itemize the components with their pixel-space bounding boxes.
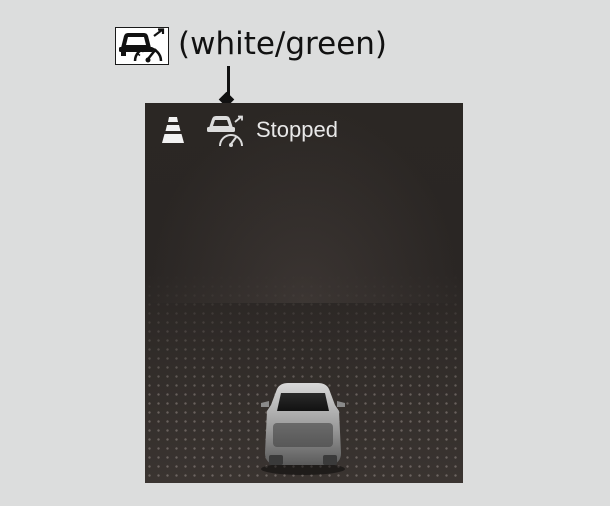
- own-vehicle-icon: [261, 383, 345, 475]
- instrument-display: Stopped: [145, 103, 463, 483]
- lane-icon: [162, 117, 184, 143]
- acc-vehicle-gauge-icon: [207, 115, 243, 147]
- acc-status-text: Stopped: [256, 117, 338, 142]
- legend-color-label: (white/green): [178, 26, 388, 62]
- acc-vehicle-gauge-icon: [115, 27, 169, 65]
